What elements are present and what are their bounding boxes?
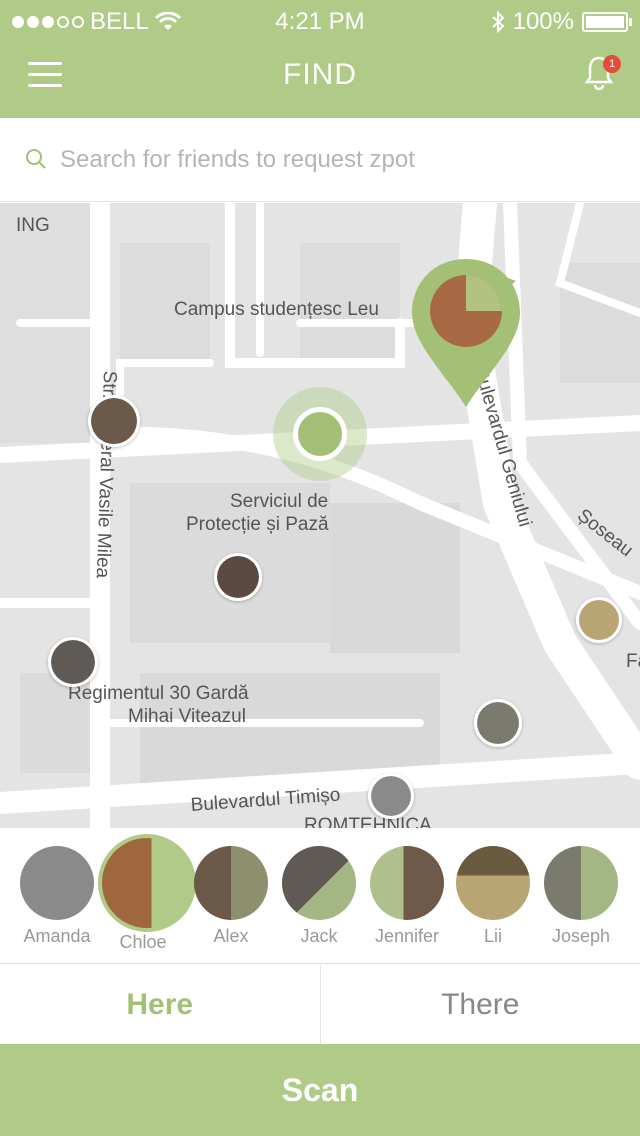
- friend-name: Amanda: [23, 926, 91, 946]
- map-avatar[interactable]: [214, 553, 262, 601]
- friend-name: Jack: [300, 926, 338, 946]
- map-label-serviciul-2: Protecție și Pază: [186, 514, 329, 535]
- friend-name: Alex: [213, 926, 249, 946]
- scan-button[interactable]: Scan: [0, 1044, 640, 1136]
- friends-list: Amanda Chloe Alex Jack Jennifer Lii Jose…: [0, 828, 640, 964]
- search-input[interactable]: [60, 138, 620, 182]
- battery-percent: 100%: [512, 8, 574, 35]
- friend-avatar: [194, 846, 268, 920]
- friend-avatar: [20, 846, 94, 920]
- page-title: FIND: [283, 58, 357, 91]
- search-icon: [26, 149, 46, 169]
- search-bar: [0, 118, 640, 202]
- my-location-marker[interactable]: [293, 407, 347, 461]
- friend-alex[interactable]: Alex: [186, 846, 276, 947]
- map-view[interactable]: ING Campus studențesc Leu Str. General V…: [0, 203, 640, 828]
- map-avatar[interactable]: [48, 637, 98, 687]
- notifications-button[interactable]: 1: [584, 54, 621, 94]
- bluetooth-icon: [491, 11, 505, 33]
- friend-chloe[interactable]: Chloe: [98, 834, 196, 953]
- friend-name: Chloe: [119, 932, 167, 952]
- friend-avatar: [544, 846, 618, 920]
- friend-jennifer[interactable]: Jennifer: [362, 846, 452, 947]
- map-avatar[interactable]: [474, 699, 522, 747]
- status-bar: BELL 4:21 PM 100%: [0, 0, 640, 40]
- friend-name: Jennifer: [374, 926, 440, 946]
- tab-here[interactable]: Here: [0, 965, 321, 1045]
- battery-icon: [582, 12, 632, 32]
- header: BELL 4:21 PM 100% FIND 1: [0, 0, 640, 118]
- map-label-campus: Campus studențesc Leu: [174, 299, 379, 320]
- map-label-romtehnica: ROMTEHNICA: [304, 815, 432, 828]
- map-label-ing: ING: [16, 215, 50, 236]
- friend-name: Joseph: [551, 926, 611, 946]
- friend-avatar: [456, 846, 530, 920]
- map-label-regiment-1: Regimentul 30 Gardă: [68, 683, 249, 704]
- map-avatar[interactable]: [576, 597, 622, 643]
- friend-lii[interactable]: Lii: [448, 846, 538, 947]
- location-pin-icon[interactable]: [406, 255, 526, 411]
- app-root: BELL 4:21 PM 100% FIND 1 Search for frie…: [0, 0, 640, 1136]
- tab-there[interactable]: There: [321, 965, 640, 1045]
- map-label-serviciul-1: Serviciul de: [230, 491, 329, 512]
- friend-name: Lii: [483, 926, 502, 946]
- friend-jack[interactable]: Jack: [274, 846, 364, 947]
- friend-avatar: [370, 846, 444, 920]
- map-label-fa: Fa: [626, 651, 640, 672]
- mode-tabs: Here There: [0, 965, 640, 1045]
- status-right: 100%: [491, 8, 632, 36]
- map-avatar[interactable]: [88, 395, 140, 447]
- friend-joseph[interactable]: Joseph: [536, 846, 626, 947]
- map-avatar[interactable]: [368, 773, 414, 819]
- title-bar: FIND 1: [0, 40, 640, 118]
- map-label-regiment-2: Mihai Viteazul: [128, 706, 246, 727]
- notification-badge: 1: [603, 55, 621, 73]
- friend-avatar: [98, 834, 196, 932]
- friend-amanda[interactable]: Amanda: [12, 846, 102, 947]
- friend-avatar: [282, 846, 356, 920]
